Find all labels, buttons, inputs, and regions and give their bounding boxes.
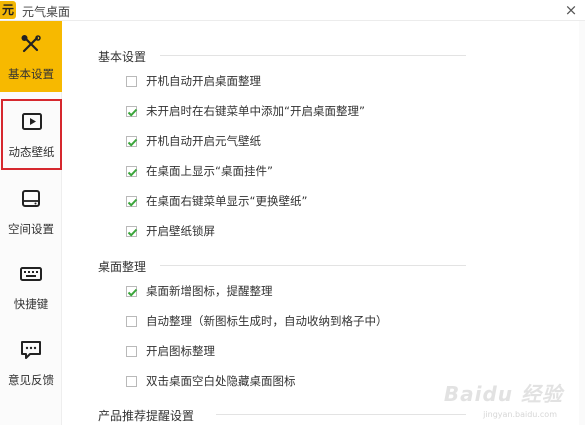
option-label: 开启壁纸锁屏 xyxy=(146,224,215,238)
section-divider xyxy=(160,265,466,266)
checkmark-icon xyxy=(127,198,138,207)
scrollbar[interactable] xyxy=(579,21,585,425)
sidebar-item-shortcuts[interactable]: 快捷键 xyxy=(0,251,62,322)
option-label: 自动整理（新图标生成时，自动收纳到格子中） xyxy=(146,314,388,328)
sidebar-item-label: 意见反馈 xyxy=(8,373,54,387)
sidebar: 基本设置 动态壁纸 空间设置 快捷键 意见反馈 xyxy=(0,21,62,425)
keyboard-icon xyxy=(20,267,42,281)
checkbox[interactable] xyxy=(126,346,137,357)
option-label: 双击桌面空白处隐藏桌面图标 xyxy=(146,374,296,388)
section-title-product-recommend: 产品推荐提醒设置 xyxy=(98,409,195,423)
option-label: 在桌面上显示“桌面挂件” xyxy=(146,164,273,178)
checkbox[interactable] xyxy=(126,136,138,147)
sidebar-item-label: 快捷键 xyxy=(13,297,49,311)
checkmark-icon xyxy=(127,138,138,147)
title-bar: 元 元气桌面 × xyxy=(0,0,585,21)
sidebar-item-label: 空间设置 xyxy=(8,222,54,236)
option-label: 在桌面右键菜单显示“更换壁纸” xyxy=(146,194,308,208)
option-label: 开机自动开启桌面整理 xyxy=(146,74,261,88)
app-logo: 元 xyxy=(0,1,16,19)
section-title-desktop-organize: 桌面整理 xyxy=(98,260,147,274)
watermark: Baidu 经验 xyxy=(443,382,563,406)
sidebar-item-basic-settings[interactable]: 基本设置 xyxy=(0,21,62,92)
checkmark-icon xyxy=(127,168,138,177)
window-title: 元气桌面 xyxy=(22,5,71,19)
sidebar-item-feedback[interactable]: 意见反馈 xyxy=(0,327,62,398)
option-label: 开启图标整理 xyxy=(146,344,215,358)
checkbox[interactable] xyxy=(126,106,138,117)
checkbox[interactable] xyxy=(126,376,137,387)
checkbox[interactable] xyxy=(126,166,138,177)
checkmark-icon xyxy=(127,288,138,297)
checkbox[interactable] xyxy=(126,286,138,297)
checkbox[interactable] xyxy=(126,316,137,327)
sidebar-item-live-wallpaper[interactable]: 动态壁纸 xyxy=(1,99,62,170)
tools-icon xyxy=(21,35,41,53)
hard-drive-icon xyxy=(22,190,40,207)
section-divider xyxy=(160,55,466,56)
option-label: 开机自动开启元气壁纸 xyxy=(146,134,261,148)
sidebar-item-space-settings[interactable]: 空间设置 xyxy=(0,176,62,247)
checkbox[interactable] xyxy=(126,196,138,207)
section-divider xyxy=(216,414,466,415)
option-label: 桌面新增图标，提醒整理 xyxy=(146,284,273,298)
sidebar-item-label: 动态壁纸 xyxy=(8,145,55,159)
checkmark-icon xyxy=(127,108,138,117)
play-video-icon xyxy=(21,113,42,130)
chat-bubble-icon xyxy=(21,341,41,359)
checkmark-icon xyxy=(127,228,138,237)
sidebar-item-label: 基本设置 xyxy=(8,67,54,81)
checkbox[interactable] xyxy=(126,226,138,237)
watermark-url: jingyan.baidu.com xyxy=(483,410,557,419)
option-label: 未开启时在右键菜单中添加“开启桌面整理” xyxy=(146,104,365,118)
section-title-basic: 基本设置 xyxy=(98,50,147,64)
checkbox[interactable] xyxy=(126,76,137,87)
close-button[interactable]: × xyxy=(563,1,579,19)
